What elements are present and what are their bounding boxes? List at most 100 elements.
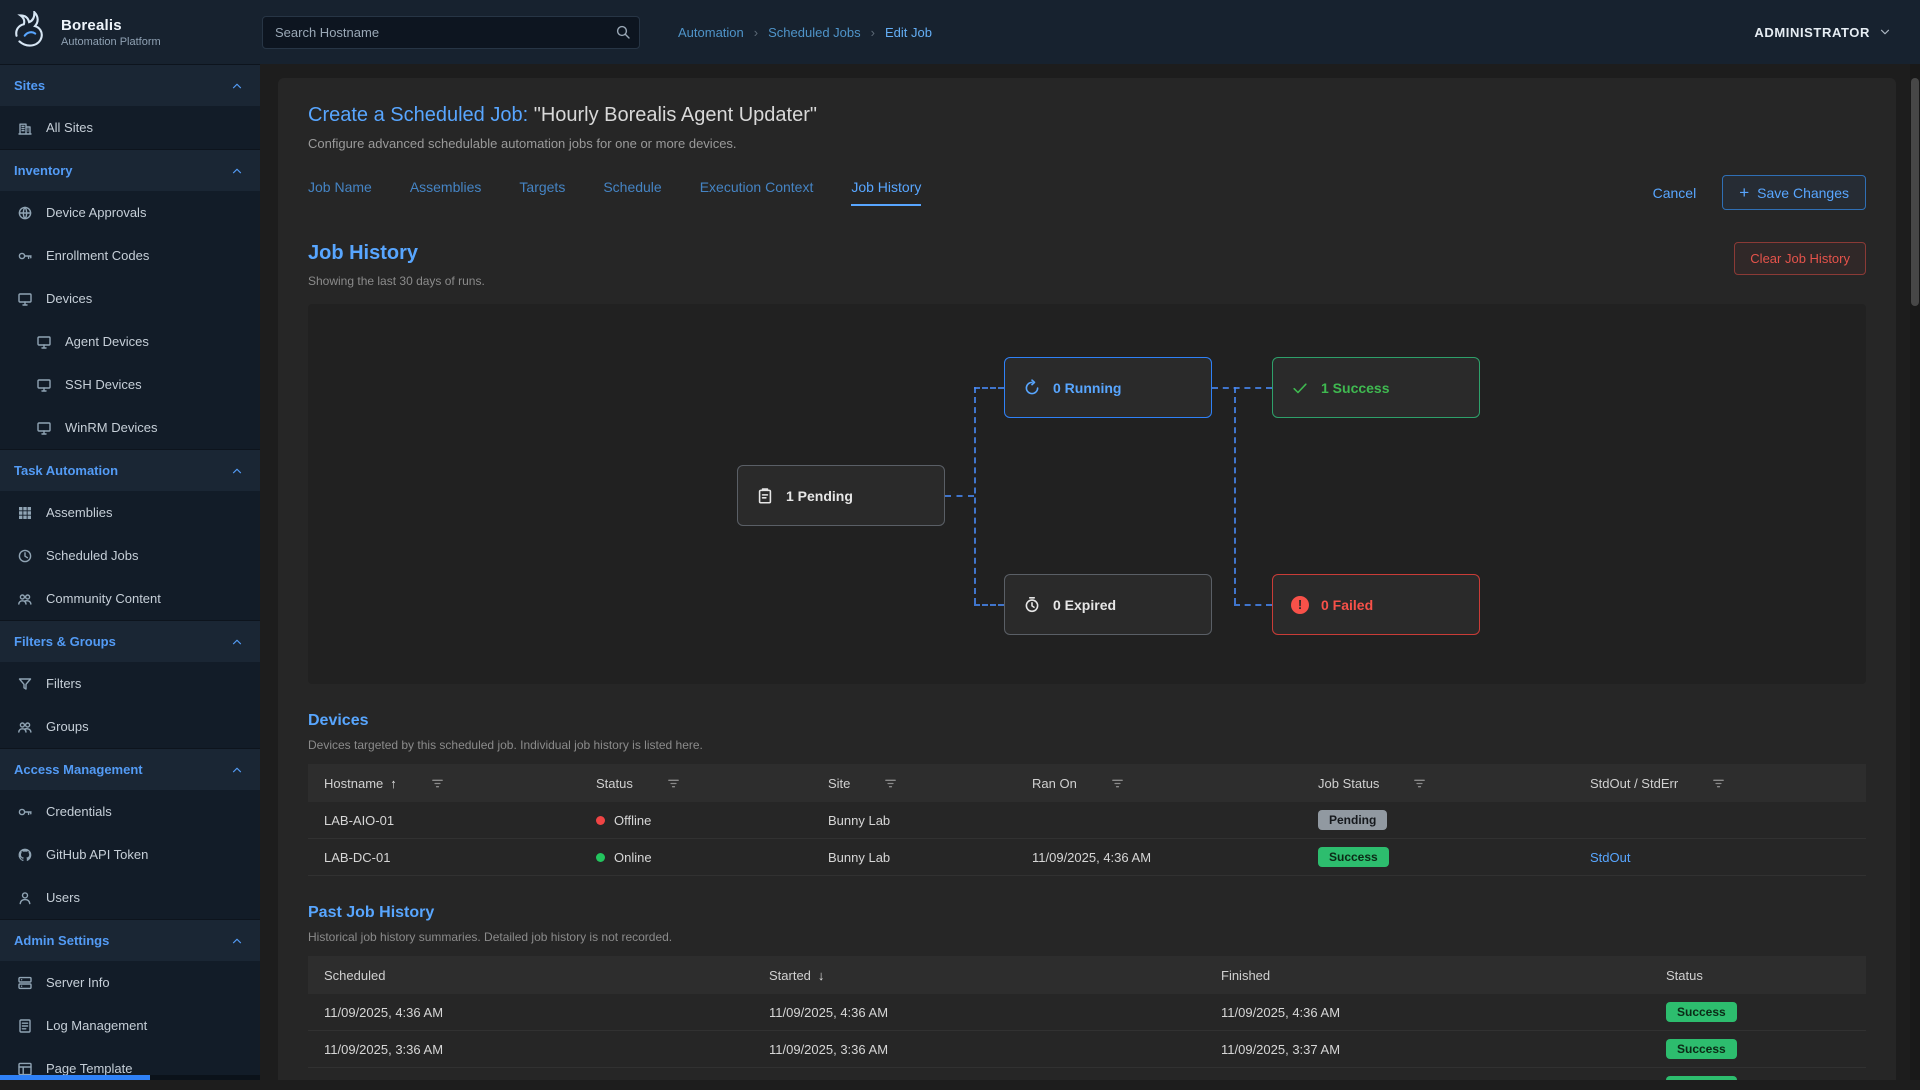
flow-connector (974, 387, 1004, 389)
past-col-status[interactable]: Status (1666, 968, 1850, 983)
flow-connector (1212, 387, 1272, 389)
sidebar-horizontal-scrollbar[interactable] (0, 1075, 260, 1080)
sidebar-item-all-sites[interactable]: All Sites (0, 106, 260, 149)
sidebar-item-enrollment-codes[interactable]: Enrollment Codes (0, 234, 260, 277)
chevron-up-icon (230, 164, 244, 178)
cell-started: 11/09/2025, 4:36 AM (769, 1005, 1221, 1020)
filter-icon[interactable] (1711, 776, 1726, 791)
clock-icon (17, 548, 33, 564)
sidebar-section-access-management[interactable]: Access Management (0, 748, 260, 790)
search-input[interactable] (262, 16, 640, 49)
sidebar-section-admin-settings[interactable]: Admin Settings (0, 919, 260, 961)
check-icon (1291, 379, 1309, 397)
tab-targets[interactable]: Targets (519, 179, 565, 206)
sidebar-item-scheduled-jobs[interactable]: Scheduled Jobs (0, 534, 260, 577)
tab-execution-context[interactable]: Execution Context (700, 179, 814, 206)
filter-icon[interactable] (1412, 776, 1427, 791)
devices-col-ran-on[interactable]: Ran On (1032, 776, 1318, 791)
stdout-link[interactable]: StdOut (1590, 850, 1630, 865)
job-history-heading: Job History (308, 242, 485, 265)
sidebar-item-server-info[interactable]: Server Info (0, 961, 260, 1004)
table-row[interactable]: 11/09/2025, 2:36 AM 11/09/2025, 2:36 AM … (308, 1068, 1866, 1080)
sidebar-item-community-content[interactable]: Community Content (0, 577, 260, 620)
sidebar-item-page-template[interactable]: Page Template (0, 1047, 260, 1090)
funnel-icon (17, 676, 33, 692)
flow-node-pending[interactable]: 1 Pending (737, 465, 945, 526)
sidebar-section-task-automation[interactable]: Task Automation (0, 449, 260, 491)
past-col-finished[interactable]: Finished (1221, 968, 1666, 983)
sidebar-item-log-management[interactable]: Log Management (0, 1004, 260, 1047)
tabs-row: Job Name Assemblies Targets Schedule Exe… (308, 175, 1866, 210)
sidebar-section-filters-groups[interactable]: Filters & Groups (0, 620, 260, 662)
sidebar-item-credentials[interactable]: Credentials (0, 790, 260, 833)
filter-icon[interactable] (666, 776, 681, 791)
page-actions: Cancel + Save Changes (1653, 175, 1866, 210)
clear-job-history-button[interactable]: Clear Job History (1734, 242, 1866, 275)
flow-node-failed[interactable]: ! 0 Failed (1272, 574, 1480, 635)
user-menu[interactable]: ADMINISTRATOR (1754, 25, 1892, 40)
page-title: Create a Scheduled Job: "Hourly Borealis… (308, 104, 1866, 127)
job-history-header: Job History Showing the last 30 days of … (308, 242, 1866, 288)
tab-assemblies[interactable]: Assemblies (410, 179, 482, 206)
borealis-logo-icon (10, 11, 52, 53)
filter-icon[interactable] (430, 776, 445, 791)
save-changes-button[interactable]: + Save Changes (1722, 175, 1866, 210)
sidebar-item-github-api-token[interactable]: GitHub API Token (0, 833, 260, 876)
breadcrumb: Automation › Scheduled Jobs › Edit Job (678, 25, 932, 40)
sidebar-item-users[interactable]: Users (0, 876, 260, 919)
devices-col-job-status[interactable]: Job Status (1318, 776, 1590, 791)
main-vertical-scrollbar[interactable] (1910, 64, 1920, 1080)
breadcrumb-automation[interactable]: Automation (678, 25, 744, 40)
sidebar-item-filters[interactable]: Filters (0, 662, 260, 705)
sidebar-item-agent-devices[interactable]: Agent Devices (0, 320, 260, 363)
tab-job-name[interactable]: Job Name (308, 179, 372, 206)
sidebar-section-sites[interactable]: Sites (0, 64, 260, 106)
cell-scheduled: 11/09/2025, 4:36 AM (324, 1005, 769, 1020)
devices-col-stdout[interactable]: StdOut / StdErr (1590, 776, 1850, 791)
sidebar-item-assemblies[interactable]: Assemblies (0, 491, 260, 534)
tab-schedule[interactable]: Schedule (603, 179, 661, 206)
sidebar-section-inventory[interactable]: Inventory (0, 149, 260, 191)
past-col-started[interactable]: Started ↓ (769, 968, 1221, 983)
scrollbar-thumb[interactable] (0, 1075, 150, 1080)
cell-status: Online (596, 850, 828, 865)
sidebar: Sites All Sites Inventory Device Approva… (0, 64, 260, 1080)
sidebar-item-devices[interactable]: Devices (0, 277, 260, 320)
cell-job-status: Pending (1318, 810, 1590, 830)
cell-finished: 11/09/2025, 3:37 AM (1221, 1042, 1666, 1057)
flow-connector (974, 387, 976, 604)
devices-col-site[interactable]: Site (828, 776, 1032, 791)
search-icon (615, 24, 631, 40)
past-col-scheduled[interactable]: Scheduled (324, 968, 769, 983)
sidebar-item-device-approvals[interactable]: Device Approvals (0, 191, 260, 234)
page-subtitle: Configure advanced schedulable automatio… (308, 136, 1866, 151)
devices-subheading: Devices targeted by this scheduled job. … (308, 738, 1866, 752)
past-job-history-table: Scheduled Started ↓ Finished Status 11/0… (308, 956, 1866, 1080)
sidebar-item-winrm-devices[interactable]: WinRM Devices (0, 406, 260, 449)
chevron-up-icon (230, 635, 244, 649)
flow-connector (945, 495, 974, 497)
devices-col-status[interactable]: Status (596, 776, 828, 791)
cell-site: Bunny Lab (828, 850, 1032, 865)
sidebar-item-groups[interactable]: Groups (0, 705, 260, 748)
flow-node-success[interactable]: 1 Success (1272, 357, 1480, 418)
monitor-icon (36, 377, 52, 393)
sidebar-item-ssh-devices[interactable]: SSH Devices (0, 363, 260, 406)
table-row[interactable]: LAB-DC-01 Online Bunny Lab 11/09/2025, 4… (308, 839, 1866, 876)
cancel-button[interactable]: Cancel (1653, 185, 1697, 201)
table-row[interactable]: 11/09/2025, 3:36 AM 11/09/2025, 3:36 AM … (308, 1031, 1866, 1068)
devices-col-hostname[interactable]: Hostname ↑ (324, 776, 596, 791)
table-row[interactable]: 11/09/2025, 4:36 AM 11/09/2025, 4:36 AM … (308, 994, 1866, 1031)
flow-node-running[interactable]: 0 Running (1004, 357, 1212, 418)
cell-status: Success (1666, 1039, 1850, 1059)
filter-icon[interactable] (883, 776, 898, 791)
breadcrumb-scheduled-jobs[interactable]: Scheduled Jobs (768, 25, 861, 40)
user-name: ADMINISTRATOR (1754, 25, 1870, 40)
status-badge: Success (1666, 1002, 1737, 1022)
filter-icon[interactable] (1110, 776, 1125, 791)
flow-node-expired[interactable]: 0 Expired (1004, 574, 1212, 635)
table-row[interactable]: LAB-AIO-01 Offline Bunny Lab Pending (308, 802, 1866, 839)
tab-job-history[interactable]: Job History (851, 179, 921, 206)
scrollbar-thumb[interactable] (1911, 78, 1919, 306)
flow-connector (1234, 604, 1272, 606)
